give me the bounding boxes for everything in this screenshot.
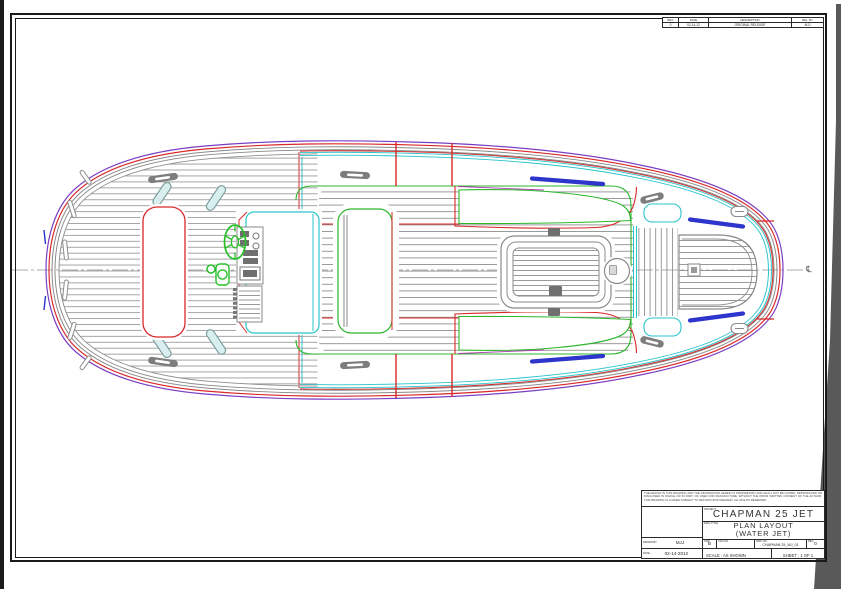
drawn-by-cell: DRAWN BY MJJ <box>642 537 702 548</box>
rev-description-value: ORIGINAL RELEASE <box>709 23 792 27</box>
scan-edge-strip <box>0 0 4 589</box>
sheet-border-inner <box>15 18 824 558</box>
revision-table-row: 0 02-14-12 ORIGINAL RELEASE MJJ <box>663 23 823 27</box>
rev-value: 0 <box>663 23 679 27</box>
revision-table: REV. DATE DESCRIPTION REL. BY 0 02-14-12… <box>662 17 824 28</box>
rev-header-relby: REL. BY <box>792 18 823 22</box>
sheet-value: SHEET : 1 OF 1 <box>783 553 813 559</box>
scale-value: SCALE : AS SHOWN <box>706 553 746 559</box>
dwg-no-value: CHAPMAN 25_WJ_01 <box>762 543 798 548</box>
date-value: 02-14-2012 <box>651 551 702 556</box>
rev-value-tb: 0 <box>814 542 817 548</box>
rev-header-description: DESCRIPTION <box>709 18 792 22</box>
dwg-title-line2: (WATER JET) <box>736 530 791 538</box>
cad-no-cell: CAD NO. <box>717 540 755 549</box>
date-cell: DATE 02-14-2012 <box>642 548 702 559</box>
dwg-title-cell: DWG TITLE PLAN LAYOUT (WATER JET) <box>703 522 824 540</box>
project-value: CHAPMAN 25 JET <box>713 507 814 520</box>
cad-no-label: CAD NO. <box>718 540 729 543</box>
project-label: PROJECT <box>704 508 716 511</box>
rev-cell: REV. 0 <box>807 540 824 549</box>
drawn-by-value: MJJ <box>658 540 702 545</box>
rev-header-rev: REV. <box>663 18 679 22</box>
logo-cell <box>642 507 702 537</box>
size-label: SIZE <box>704 540 710 543</box>
scale-cell: SCALE : AS SHOWN <box>703 549 772 558</box>
dwg-no-cell: DWG NO. CHAPMAN 25_WJ_01 <box>755 540 807 549</box>
size-value: B <box>708 542 711 548</box>
drawn-by-label: DRAWN BY <box>642 541 658 544</box>
size-cell: SIZE B <box>703 540 717 549</box>
rev-header-date: DATE <box>679 18 709 22</box>
rev-relby-value: MJJ <box>792 23 823 27</box>
project-cell: PROJECT CHAPMAN 25 JET <box>703 507 824 522</box>
drawing-sheet: ℄ REV. DATE DESCRIPTION REL. BY 0 02-14-… <box>0 0 841 589</box>
centerline-symbol: ℄ <box>806 264 812 275</box>
date-label: DATE <box>642 552 651 555</box>
title-block: THE DESIGN IN THIS DRAWING AND THE INFOR… <box>641 490 825 559</box>
dwg-title-label: DWG TITLE <box>704 522 718 525</box>
proprietary-note: THE DESIGN IN THIS DRAWING AND THE INFOR… <box>642 491 824 507</box>
rev-date-value: 02-14-12 <box>679 23 709 27</box>
sheet-cell: SHEET : 1 OF 1 <box>772 549 824 558</box>
rev-label: REV. <box>808 540 814 543</box>
dwg-no-label: DWG NO. <box>756 540 768 543</box>
